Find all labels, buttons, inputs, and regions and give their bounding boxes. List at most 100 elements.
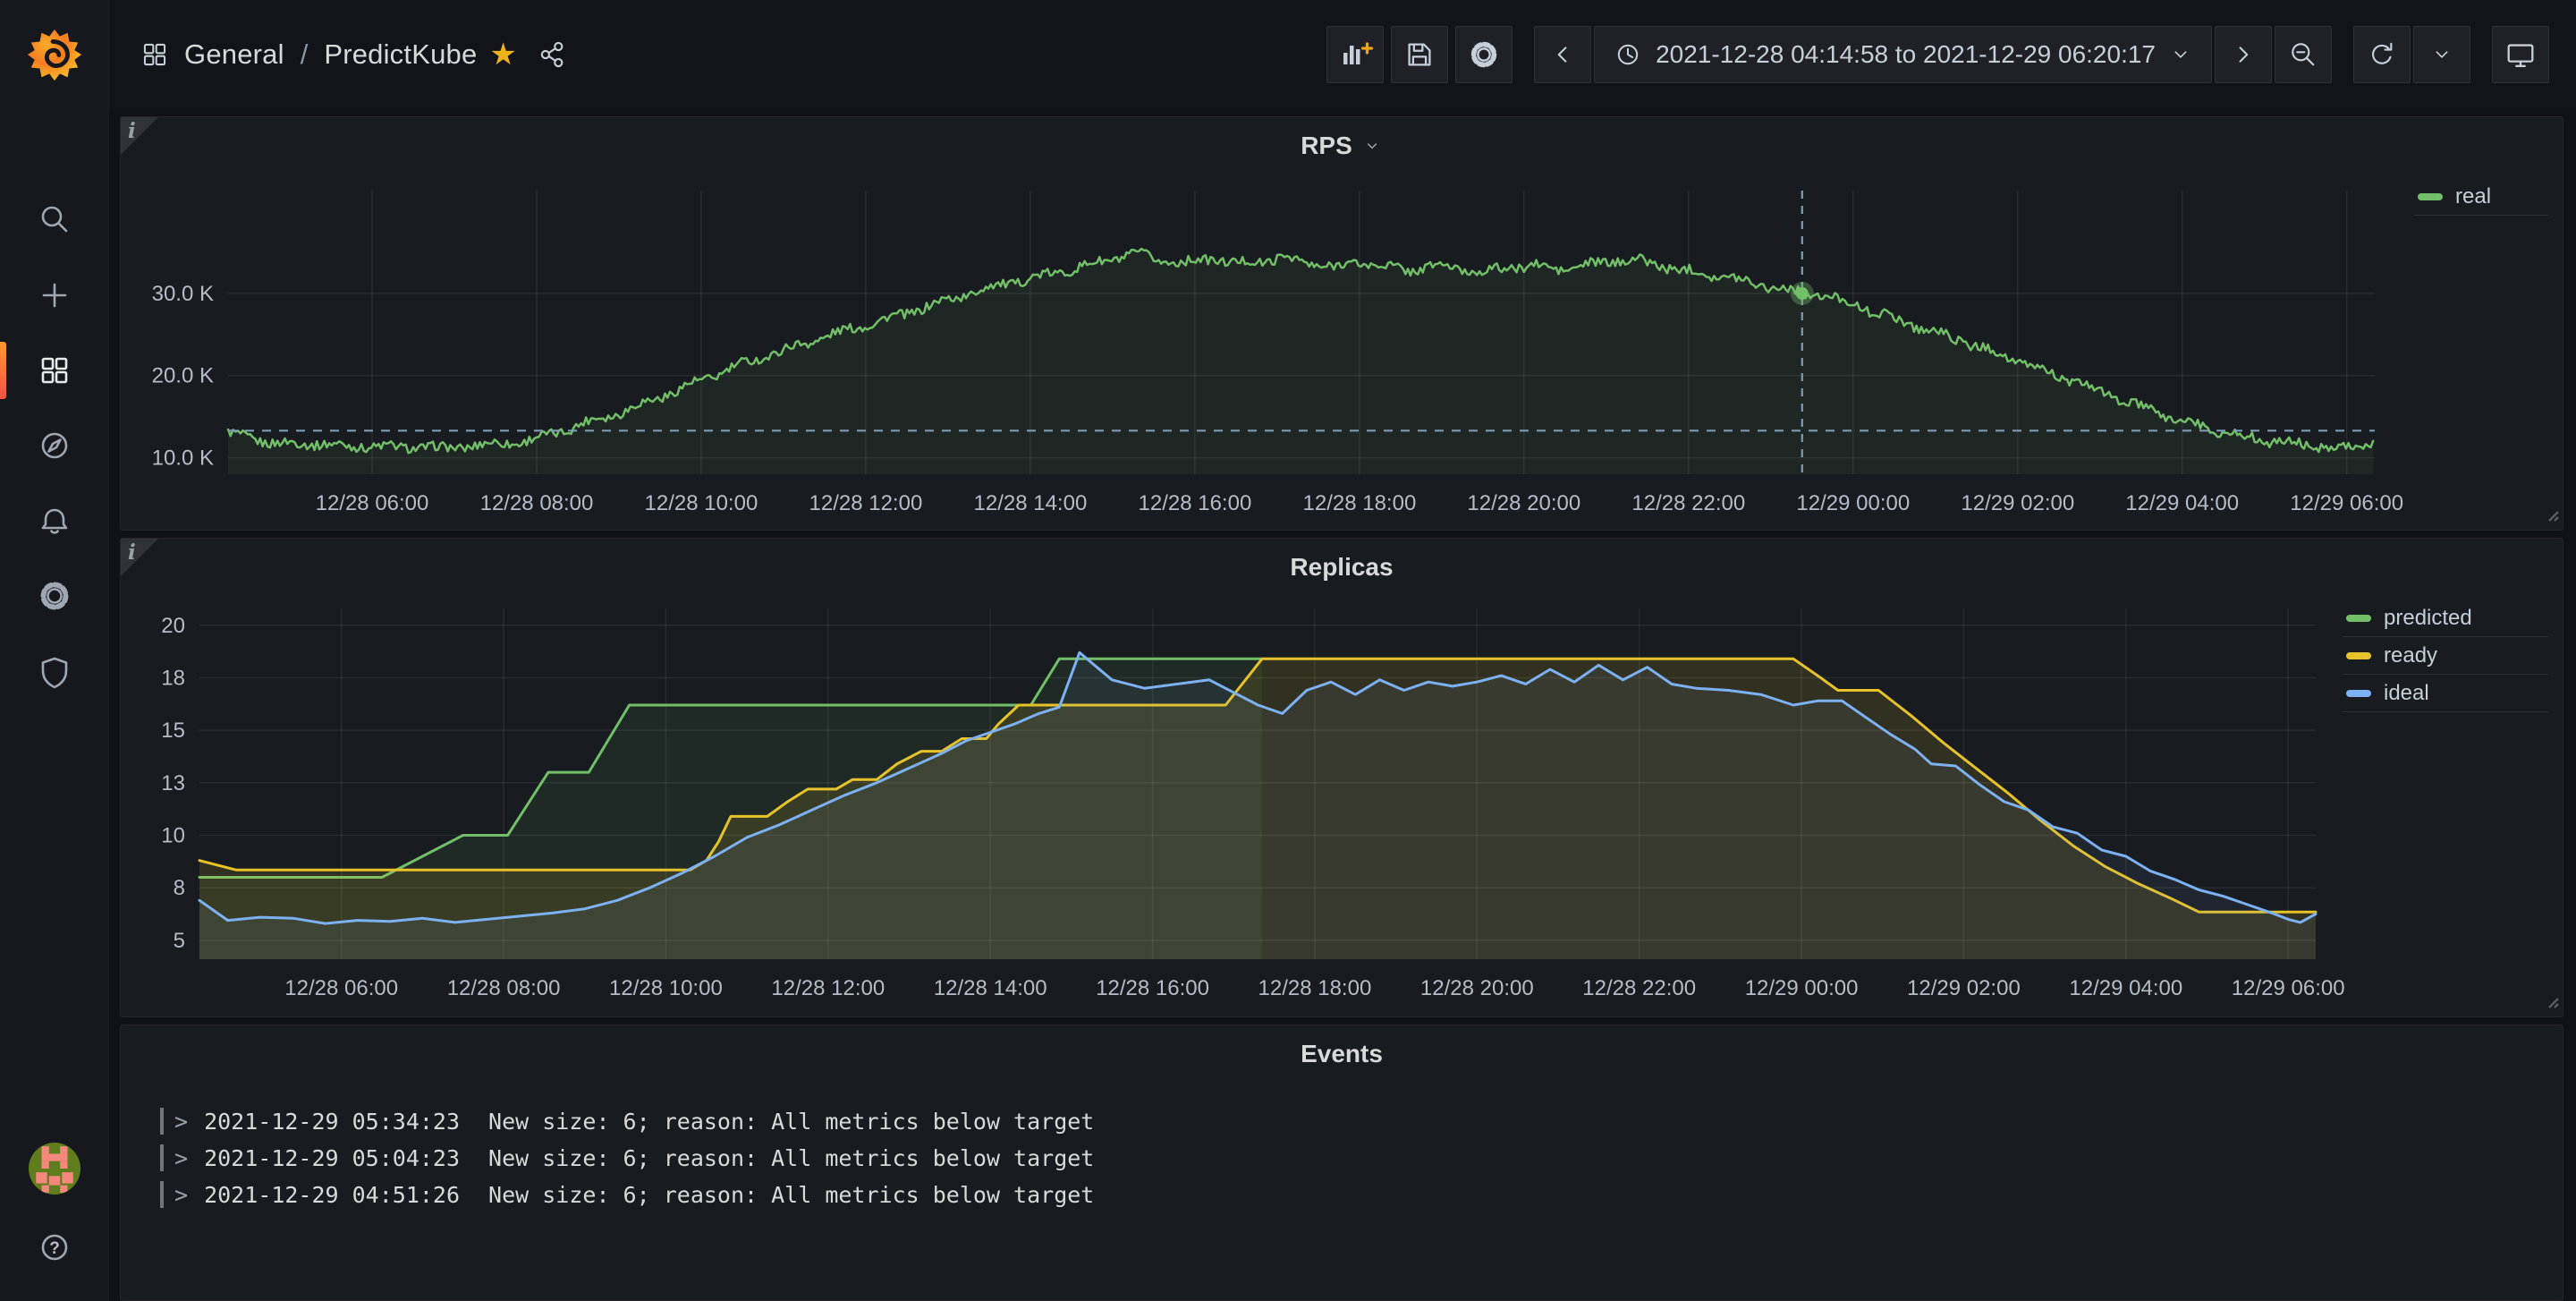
- x-tick-label: 12/28 06:00: [284, 976, 398, 1000]
- x-tick-label: 12/28 14:00: [974, 491, 1088, 515]
- x-tick-label: 12/28 06:00: [316, 491, 429, 515]
- add-panel-button[interactable]: [1326, 26, 1384, 83]
- replicas-legend: predictedready ideal: [2343, 599, 2548, 712]
- y-tick-label: 5: [174, 929, 185, 953]
- main-area: General / PredictKube ★: [109, 0, 2576, 1301]
- x-tick-label: 12/29 00:00: [1796, 491, 1910, 515]
- panel-header: Replicas: [121, 539, 2563, 596]
- event-expand-chevron-icon[interactable]: >: [174, 1109, 188, 1135]
- y-tick-label: 10.0 K: [152, 446, 214, 471]
- sidebar-item-help[interactable]: ?: [0, 1210, 108, 1285]
- x-tick-label: 12/29 02:00: [1961, 491, 2074, 515]
- panel-info-corner[interactable]: i: [121, 539, 158, 576]
- y-tick-label: 15: [161, 719, 185, 743]
- chevron-left-icon: [1547, 39, 1578, 70]
- cycle-view-mode-button[interactable]: [2492, 26, 2549, 83]
- event-timestamp: 2021-12-29 05:34:23: [204, 1109, 460, 1135]
- sidebar-item-server-admin[interactable]: [0, 633, 108, 709]
- chevron-right-icon: [2228, 39, 2258, 70]
- panel-header: RPS: [121, 117, 2563, 174]
- panel-info-corner[interactable]: i: [121, 117, 158, 155]
- time-range-back-button[interactable]: [1534, 26, 1591, 83]
- y-tick-label: 18: [161, 667, 185, 691]
- x-tick-label: 12/28 16:00: [1096, 976, 1209, 1000]
- x-tick-label: 12/28 08:00: [447, 976, 561, 1000]
- add-panel-icon: [1337, 37, 1373, 72]
- x-tick-label: 12/28 10:00: [645, 491, 758, 515]
- panel-title: Replicas: [1290, 553, 1393, 582]
- save-dashboard-button[interactable]: [1391, 26, 1448, 83]
- legend-item-real[interactable]: real: [2414, 178, 2548, 216]
- topbar: General / PredictKube ★: [109, 0, 2576, 109]
- sidebar-item-explore[interactable]: [0, 408, 108, 483]
- zoom-out-button[interactable]: [2275, 26, 2332, 83]
- event-message: New size: 6; reason: All metrics below t…: [488, 1109, 1094, 1135]
- legend-item-ready[interactable]: ready: [2343, 637, 2548, 675]
- x-tick-label: 12/29 04:00: [2069, 976, 2182, 1000]
- panel-rps: i RPS 12/28 06:00 12/28 08:00 12/28 10:00 1…: [120, 116, 2563, 531]
- sidebar-item-create[interactable]: [0, 258, 108, 333]
- favorite-star-icon[interactable]: ★: [489, 39, 516, 70]
- grafana-logo[interactable]: [0, 0, 108, 109]
- event-row[interactable]: >2021-12-29 05:04:23New size: 6; reason:…: [160, 1144, 2563, 1171]
- legend-item-ideal[interactable]: ideal: [2343, 675, 2548, 712]
- plus-icon: [37, 277, 72, 313]
- replicas-chart-svg: 12/28 06:00 12/28 08:00 12/28 10:00 12/28 1…: [121, 596, 2563, 1016]
- zoom-out-icon: [2287, 38, 2319, 71]
- dashboards-grid-icon: [37, 353, 72, 388]
- grafana-logo-icon: [27, 27, 82, 82]
- panel-title: RPS: [1301, 132, 1352, 160]
- panel-title-menu[interactable]: Events: [1301, 1040, 1383, 1068]
- x-tick-label: 12/28 22:00: [1631, 491, 1745, 515]
- gear-icon: [1467, 38, 1501, 72]
- help-icon: ?: [37, 1229, 72, 1265]
- breadcrumb[interactable]: General / PredictKube: [140, 38, 477, 71]
- event-expand-chevron-icon[interactable]: >: [174, 1145, 188, 1171]
- panel-title-menu[interactable]: Replicas: [1290, 553, 1393, 582]
- event-row[interactable]: >2021-12-29 05:34:23 New size: 6; reason:…: [160, 1108, 2563, 1135]
- tv-monitor-icon: [2504, 38, 2538, 72]
- legend-label: ideal: [2384, 681, 2429, 706]
- dashboard-settings-button[interactable]: [1455, 26, 1513, 83]
- bell-icon: [37, 503, 72, 539]
- legend-swatch: [2346, 615, 2371, 622]
- breadcrumb-dashboard-title[interactable]: PredictKube: [324, 38, 477, 71]
- sidebar-item-dashboards[interactable]: [0, 333, 108, 408]
- dashboard-grid: i RPS 12/28 06:0012/28 08:0012/28 10:001…: [109, 109, 2576, 1301]
- legend-swatch: [2346, 690, 2371, 697]
- panel-resize-handle[interactable]: [2544, 506, 2560, 527]
- x-tick-label: 12/28 08:00: [480, 491, 594, 515]
- refresh-icon: [2366, 38, 2398, 71]
- x-tick-label: 12/28 10:00: [609, 976, 723, 1000]
- refresh-button[interactable]: [2353, 26, 2411, 83]
- share-button[interactable]: [537, 38, 569, 71]
- x-tick-label: 12/29 06:00: [2290, 491, 2403, 515]
- user-avatar[interactable]: [0, 1127, 108, 1210]
- time-range-forward-button[interactable]: [2215, 26, 2272, 83]
- panel-title-menu[interactable]: RPS: [1301, 132, 1383, 160]
- sidebar-item-configuration[interactable]: [0, 558, 108, 633]
- y-tick-label: 10: [161, 824, 185, 848]
- series-real-area: [228, 249, 2373, 474]
- sidebar-item-search[interactable]: [0, 183, 108, 258]
- sidebar-nav: [0, 109, 108, 709]
- panel-events: Events >2021-12-29 05:34:23 New size: 6; …: [120, 1025, 2563, 1301]
- x-tick-label: 12/28 14:00: [934, 976, 1047, 1000]
- chevron-down-icon: [2168, 42, 2193, 67]
- event-row[interactable]: >2021-12-29 04:51:26New size: 6; reason:…: [160, 1181, 2563, 1208]
- x-tick-label: 12/28 18:00: [1303, 491, 1417, 515]
- event-level-bar: [160, 1108, 164, 1135]
- search-icon: [37, 202, 72, 238]
- y-tick-label: 13: [161, 771, 185, 795]
- caret-down-icon: [2429, 42, 2454, 67]
- event-expand-chevron-icon[interactable]: >: [174, 1182, 188, 1208]
- share-icon: [537, 38, 569, 71]
- sidebar-item-alerting[interactable]: [0, 483, 108, 558]
- x-tick-label: 12/28 16:00: [1139, 491, 1252, 515]
- legend-item-predicted[interactable]: predicted: [2343, 599, 2548, 637]
- panel-resize-handle[interactable]: [2544, 993, 2560, 1014]
- panel-menu-caret-icon: [1361, 135, 1383, 157]
- time-range-picker[interactable]: 2021-12-28 04:14:58 to 2021-12-29 06:20:…: [1594, 26, 2212, 83]
- breadcrumb-folder[interactable]: General: [184, 38, 284, 71]
- refresh-interval-button[interactable]: [2413, 26, 2470, 83]
